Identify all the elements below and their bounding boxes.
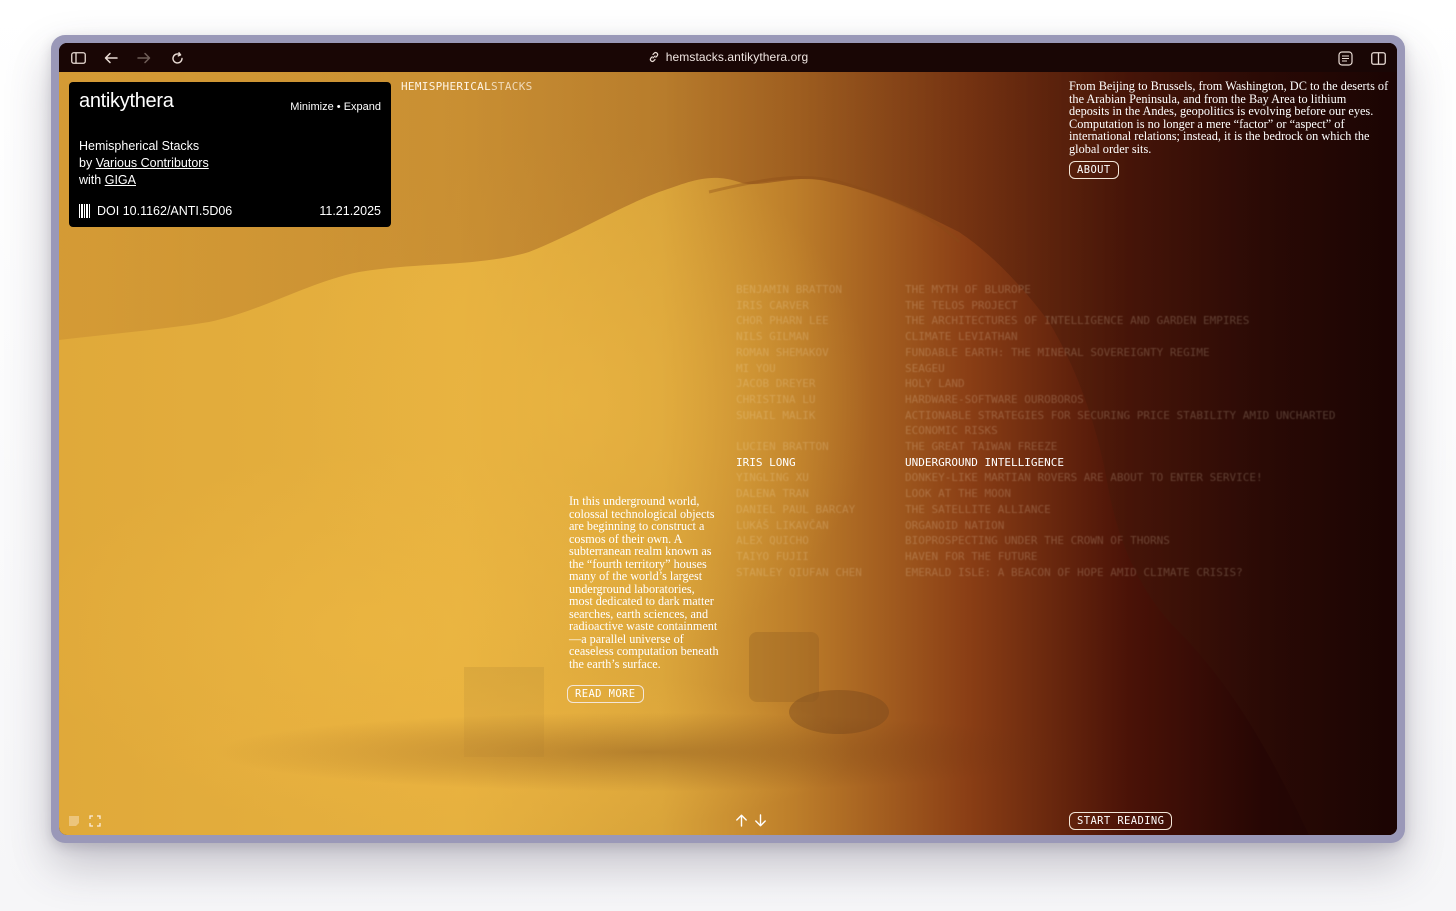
intro-text: From Beijing to Brussels, from Washingto…	[1069, 79, 1389, 156]
with-prefix: with	[79, 173, 102, 187]
panel-actions: Minimize • Expand	[290, 101, 381, 113]
translate-icon[interactable]	[1337, 50, 1353, 66]
minimize-link[interactable]: Minimize	[290, 101, 333, 113]
doi[interactable]: DOI 10.1162/ANTI.5D06	[79, 204, 232, 218]
publication-title: Hemispherical Stacks	[79, 139, 200, 153]
article-author: CHOR PHARN LEE	[736, 314, 829, 328]
article-author: IRIS LONG	[736, 455, 796, 469]
article-author: DANIEL PAUL BARCAY	[736, 502, 856, 516]
article-row[interactable]: STANLEY QIUFAN CHEN EMERALD ISLE: A BEACO…	[736, 565, 1376, 581]
byline: by Various Contributors	[79, 155, 209, 172]
barcode-icon	[79, 204, 91, 218]
article-title: FUNDABLE EARTH: THE MINERAL SOVEREIGNTY …	[905, 345, 1210, 359]
publication-date: 11.21.2025	[319, 204, 381, 218]
brand-logo[interactable]: antikythera	[79, 90, 174, 113]
publication-panel: antikythera Minimize • Expand Hemispheri…	[69, 82, 391, 227]
separator-dot: •	[336, 101, 341, 113]
article-author: LUKÁŠ LIKAVČAN	[736, 518, 829, 532]
article-row[interactable]: ALEX QUICHO BIOPROSPECTING UNDER THE CROW…	[736, 533, 1376, 549]
article-author: NILS GILMAN	[736, 330, 809, 344]
article-title: THE SATELLITE ALLIANCE	[905, 502, 1051, 516]
article-title: UNDERGROUND INTELLIGENCE	[905, 455, 1064, 469]
article-title: EMERALD ISLE: A BEACON OF HOPE AMID CLIM…	[905, 565, 1243, 579]
article-excerpt: In this underground world, colossal tech…	[569, 494, 719, 671]
article-row[interactable]: TAIYO FUJII HAVEN FOR THE FUTURE	[736, 549, 1376, 565]
site-title-part1: HEMISPHERICAL	[401, 80, 491, 93]
read-more-button[interactable]: READ MORE	[567, 685, 644, 703]
article-author: ALEX QUICHO	[736, 534, 809, 548]
article-title: ORGANOID NATION	[905, 518, 1005, 532]
by-prefix: by	[79, 156, 93, 170]
article-list: BENJAMIN BRATTON THE MYTH OF BLUROPE IRIS …	[736, 282, 1376, 580]
article-row[interactable]: LUCIEN BRATTON THE GREAT TAIWAN FREEZE	[736, 439, 1376, 455]
article-nav	[735, 814, 767, 830]
article-title: THE GREAT TAIWAN FREEZE	[905, 440, 1058, 454]
notes-icon[interactable]	[68, 814, 80, 832]
article-author: CHRISTINA LU	[736, 392, 816, 406]
article-title: THE ARCHITECTURES OF INTELLIGENCE AND GA…	[905, 314, 1250, 328]
address-bar[interactable]: hemstacks.antikythera.org	[59, 50, 1397, 66]
article-title: THE MYTH OF BLUROPE	[905, 283, 1031, 296]
article-author: YINGLING XU	[736, 471, 809, 485]
partner-link[interactable]: GIGA	[105, 173, 136, 187]
link-icon	[648, 51, 660, 66]
article-row[interactable]: JACOB DREYER HOLY LAND	[736, 376, 1376, 392]
article-author: JACOB DREYER	[736, 377, 816, 391]
article-author: LUCIEN BRATTON	[736, 440, 829, 454]
article-author: SUHAIL MALIK	[736, 408, 816, 422]
article-title: HAVEN FOR THE FUTURE	[905, 549, 1038, 563]
article-row[interactable]: BENJAMIN BRATTON THE MYTH OF BLUROPE	[736, 282, 1376, 298]
article-title: LOOK AT THE MOON	[905, 487, 1011, 501]
article-title: SEAGEU	[905, 361, 945, 375]
article-author: DALENA TRAN	[736, 487, 809, 501]
article-title: DONKEY-LIKE MARTIAN ROVERS ARE ABOUT TO …	[905, 471, 1263, 485]
article-row[interactable]: ROMAN SHEMAKOV FUNDABLE EARTH: THE MINERA…	[736, 345, 1376, 361]
url-text: hemstacks.antikythera.org	[665, 50, 809, 64]
partner-line: with GIGA	[79, 172, 209, 189]
article-author: TAIYO FUJII	[736, 549, 809, 563]
article-row-active[interactable]: IRIS LONG UNDERGROUND INTELLIGENCE	[736, 455, 1376, 471]
article-row[interactable]: NILS GILMAN CLIMATE LEVIATHAN	[736, 329, 1376, 345]
article-title: HARDWARE-SOFTWARE OUROBOROS	[905, 392, 1084, 406]
page-content: antikythera Minimize • Expand Hemispheri…	[59, 72, 1397, 835]
floor-shadow	[209, 712, 1089, 792]
article-row[interactable]: SUHAIL MALIK ACTIONABLE STRATEGIES FOR SE…	[736, 408, 1376, 439]
fullscreen-icon[interactable]	[89, 814, 101, 832]
article-author: MI YOU	[736, 361, 776, 375]
article-title: HOLY LAND	[905, 377, 965, 391]
publication-info: Hemispherical Stacks by Various Contribu…	[79, 138, 209, 189]
article-row[interactable]: MI YOU SEAGEU	[736, 361, 1376, 377]
browser-toolbar: hemstacks.antikythera.org	[59, 43, 1397, 73]
article-row[interactable]: CHRISTINA LU HARDWARE-SOFTWARE OUROBOROS	[736, 392, 1376, 408]
expand-link[interactable]: Expand	[344, 101, 381, 113]
article-row[interactable]: CHOR PHARN LEE THE ARCHITECTURES OF INTEL…	[736, 313, 1376, 329]
browser-inner: hemstacks.antikythera.org antikythera Mi…	[59, 43, 1397, 835]
article-row[interactable]: DALENA TRAN LOOK AT THE MOON	[736, 486, 1376, 502]
contributors-link[interactable]: Various Contributors	[96, 156, 209, 170]
site-title-part2: STACKS	[491, 80, 533, 93]
article-row[interactable]: LUKÁŠ LIKAVČAN ORGANOID NATION	[736, 518, 1376, 534]
article-title: ACTIONABLE STRATEGIES FOR SECURING PRICE…	[905, 408, 1336, 438]
article-author: STANLEY QIUFAN CHEN	[736, 565, 862, 579]
article-title: CLIMATE LEVIATHAN	[905, 330, 1018, 344]
browser-window: hemstacks.antikythera.org antikythera Mi…	[51, 35, 1405, 843]
arrow-up-icon[interactable]	[735, 814, 748, 830]
article-row[interactable]: DANIEL PAUL BARCAY THE SATELLITE ALLIANCE	[736, 502, 1376, 518]
article-title: BIOPROSPECTING UNDER THE CROWN OF THORNS	[905, 534, 1170, 548]
article-author: IRIS CARVER	[736, 298, 809, 312]
article-title: THE TELOS PROJECT	[905, 298, 1018, 312]
site-title[interactable]: HEMISPHERICALSTACKS	[401, 80, 533, 93]
split-view-icon[interactable]	[1370, 50, 1386, 66]
arrow-down-icon[interactable]	[754, 814, 767, 830]
article-row[interactable]: YINGLING XU DONKEY-LIKE MARTIAN ROVERS AR…	[736, 470, 1376, 486]
doi-text: DOI 10.1162/ANTI.5D06	[97, 204, 233, 218]
article-row[interactable]: IRIS CARVER THE TELOS PROJECT	[736, 298, 1376, 314]
article-author: ROMAN SHEMAKOV	[736, 345, 829, 359]
start-reading-button[interactable]: START READING	[1069, 812, 1173, 830]
article-author: BENJAMIN BRATTON	[736, 283, 842, 296]
about-button[interactable]: ABOUT	[1069, 161, 1119, 179]
